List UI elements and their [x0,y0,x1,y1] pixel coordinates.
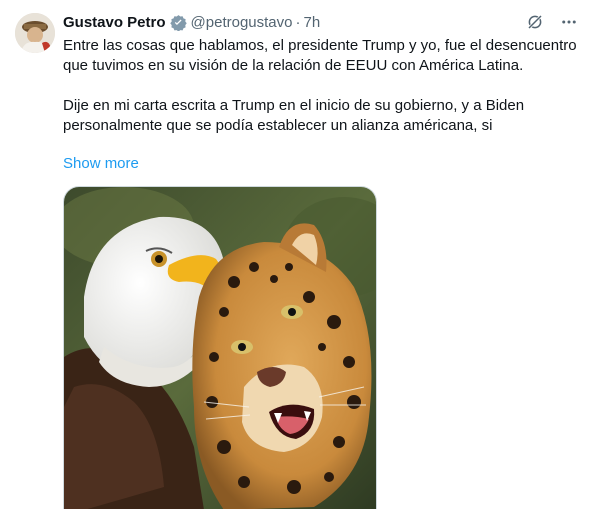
header-actions [524,11,580,33]
tweet-paragraph-1: Entre las cosas que hablamos, el preside… [63,37,577,74]
tweet-header: Gustavo Petro @petrogustavo · 7h [63,11,320,33]
author-name[interactable]: Gustavo Petro [63,14,166,31]
timestamp[interactable]: 7h [303,14,320,31]
verified-badge-icon [169,14,187,31]
author-avatar[interactable] [15,13,55,53]
more-options-icon[interactable] [558,11,580,33]
eagle-jaguar-photo [64,187,376,509]
tweet-text: Entre las cosas que hablamos, el preside… [63,36,587,136]
tweet-paragraph-2: Dije en mi carta escrita a Trump en el i… [63,97,525,134]
author-handle[interactable]: @petrogustavo [191,14,293,31]
grok-icon[interactable] [524,11,546,33]
separator-dot: · [295,13,301,31]
tweet-media-image[interactable] [63,186,377,509]
show-more-link[interactable]: Show more [63,155,139,172]
avatar-image [15,13,55,53]
